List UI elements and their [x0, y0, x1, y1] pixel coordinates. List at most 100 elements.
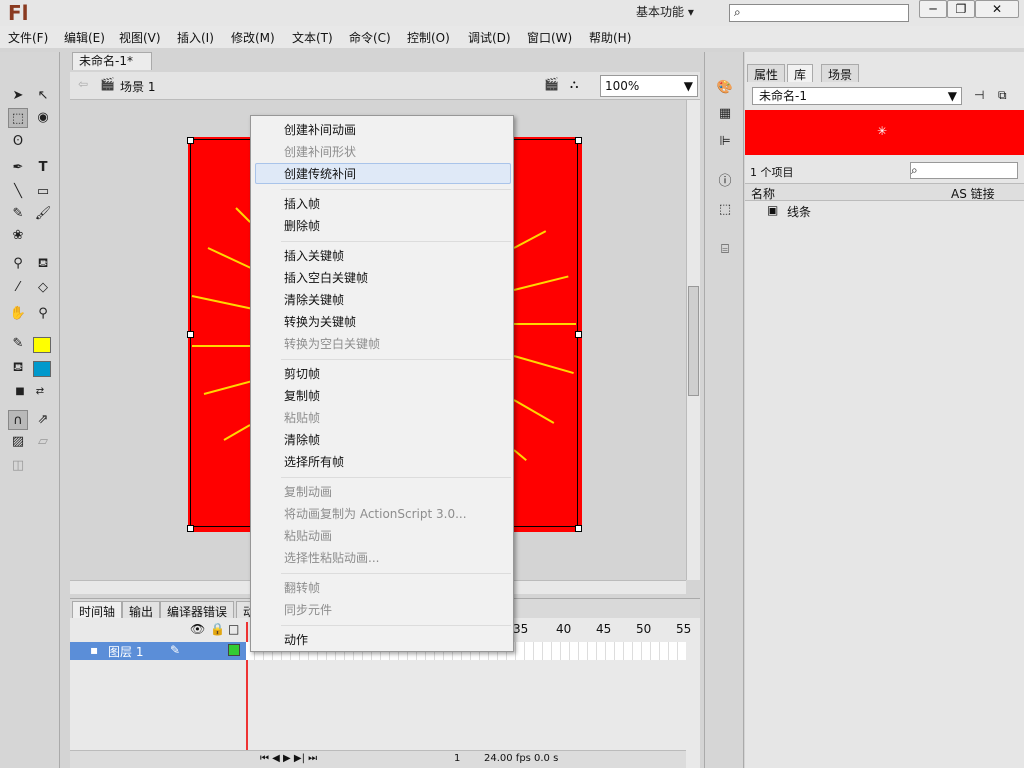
- menu-debug[interactable]: 调试(D): [468, 29, 511, 46]
- help-search-input[interactable]: ⌕: [729, 4, 909, 22]
- menu-item[interactable]: 动作: [284, 631, 308, 648]
- menu-item[interactable]: 插入帧: [284, 195, 320, 212]
- eyedropper-tool-icon[interactable]: ⁄: [8, 278, 28, 298]
- menu-commands[interactable]: 命令(C): [349, 29, 391, 46]
- swatches-panel-icon[interactable]: ▦: [715, 104, 735, 124]
- menu-help[interactable]: 帮助(H): [589, 29, 631, 46]
- menu-item[interactable]: 同步元件: [284, 601, 332, 618]
- stroke-color-swatch[interactable]: [33, 337, 51, 353]
- column-linkage[interactable]: AS 链接: [951, 185, 995, 202]
- library-search-input[interactable]: ⌕: [910, 162, 1018, 179]
- menu-text[interactable]: 文本(T): [292, 29, 333, 46]
- black-white-icon[interactable]: ■: [10, 382, 30, 402]
- color-panel-icon[interactable]: 🎨: [715, 78, 735, 98]
- zoom-tool-icon[interactable]: ⚲: [33, 304, 53, 324]
- menu-item[interactable]: 删除帧: [284, 217, 320, 234]
- menu-file[interactable]: 文件(F): [8, 29, 48, 46]
- library-item[interactable]: ▣ 线条: [745, 202, 1024, 220]
- text-tool-icon[interactable]: T: [33, 158, 53, 178]
- components-panel-icon[interactable]: ⌸: [715, 240, 735, 260]
- menu-item[interactable]: 清除关键帧: [284, 291, 344, 308]
- brush-tool-icon[interactable]: 🖌: [33, 204, 53, 224]
- column-name[interactable]: 名称: [751, 185, 775, 202]
- outline-icon[interactable]: □: [228, 622, 239, 636]
- straighten-icon[interactable]: ▨: [8, 432, 28, 452]
- tab-properties[interactable]: 属性: [747, 64, 786, 82]
- menu-item[interactable]: 选择所有帧: [284, 453, 344, 470]
- tab-library[interactable]: 库: [787, 64, 814, 82]
- menu-modify[interactable]: 修改(M): [231, 29, 275, 46]
- subselection-tool-icon[interactable]: ↖: [33, 86, 53, 106]
- menu-item[interactable]: 复制帧: [284, 387, 320, 404]
- menu-control[interactable]: 控制(O): [407, 29, 450, 46]
- lock-icon[interactable]: 🔒: [210, 622, 225, 636]
- eye-icon[interactable]: 👁: [190, 622, 205, 636]
- transform-handle[interactable]: [187, 137, 194, 144]
- playback-controls-icon[interactable]: ⏮ ◀ ▶ ▶| ⏭: [260, 753, 317, 764]
- menu-item[interactable]: 转换为关键帧: [284, 313, 356, 330]
- tab-compiler-errors[interactable]: 编译器错误: [160, 601, 235, 619]
- 3d-rotation-tool-icon[interactable]: ◉: [33, 108, 53, 128]
- menu-item[interactable]: 创建补间形状: [284, 143, 356, 160]
- menu-item[interactable]: 清除帧: [284, 431, 320, 448]
- tab-timeline[interactable]: 时间轴: [72, 601, 123, 619]
- snap-to-objects-icon[interactable]: ∩: [8, 410, 28, 430]
- menu-item[interactable]: 创建补间动画: [284, 121, 356, 138]
- rectangle-tool-icon[interactable]: ▭: [33, 182, 53, 202]
- menu-item-highlighted[interactable]: 创建传统补间: [284, 165, 356, 182]
- fill-color-swatch[interactable]: [33, 361, 51, 377]
- stage-vertical-scrollbar[interactable]: [686, 100, 700, 580]
- pen-tool-icon[interactable]: ✒: [8, 158, 28, 178]
- library-document-select[interactable]: 未命名-1 ▼: [752, 87, 962, 105]
- scrollbar-thumb[interactable]: [688, 286, 699, 396]
- paint-bucket-tool-icon[interactable]: ⛾: [33, 254, 53, 274]
- swap-colors-icon[interactable]: ⇄: [30, 382, 50, 402]
- tab-scene[interactable]: 场景: [821, 64, 860, 82]
- bone-tool-icon[interactable]: ⚲: [8, 254, 28, 274]
- frame-rate[interactable]: 24.00 fps: [484, 753, 531, 764]
- menu-item[interactable]: 复制动画: [284, 483, 332, 500]
- transform-handle[interactable]: [575, 331, 582, 338]
- menu-insert[interactable]: 插入(I): [177, 29, 214, 46]
- tab-output[interactable]: 输出: [122, 601, 161, 619]
- transform-handle[interactable]: [575, 525, 582, 532]
- selection-tool-icon[interactable]: ➤: [8, 86, 28, 106]
- deco-tool-icon[interactable]: ❀: [8, 226, 28, 246]
- menu-item[interactable]: 粘贴动画: [284, 527, 332, 544]
- back-arrow-icon[interactable]: ⇦: [78, 77, 88, 91]
- layer-row[interactable]: ▪ 图层 1 ✎: [70, 642, 246, 660]
- line-tool-icon[interactable]: ╲: [8, 182, 28, 202]
- smooth-icon[interactable]: ⇗: [33, 410, 53, 430]
- edit-scene-icon[interactable]: 🎬: [544, 77, 559, 91]
- scale-icon[interactable]: ◫: [8, 456, 28, 476]
- menu-item[interactable]: 选择性粘贴动画...: [284, 549, 379, 566]
- layer-name[interactable]: 图层 1: [108, 643, 143, 660]
- menu-item[interactable]: 翻转帧: [284, 579, 320, 596]
- layer-outline-color[interactable]: [228, 644, 240, 656]
- transform-handle[interactable]: [187, 525, 194, 532]
- edit-symbols-icon[interactable]: ⛬: [570, 77, 578, 92]
- free-transform-tool-icon[interactable]: ⬚: [8, 108, 28, 128]
- align-panel-icon[interactable]: ⊫: [715, 132, 735, 152]
- menu-window[interactable]: 窗口(W): [527, 29, 572, 46]
- restore-button[interactable]: ❐: [947, 0, 975, 18]
- document-tab[interactable]: 未命名-1* ×: [72, 52, 152, 84]
- info-panel-icon[interactable]: ⓘ: [715, 172, 735, 192]
- menu-item[interactable]: 将动画复制为 ActionScript 3.0...: [284, 505, 467, 522]
- new-library-icon[interactable]: ⧉: [998, 88, 1007, 103]
- minimize-button[interactable]: ─: [919, 0, 947, 18]
- transform-handle[interactable]: [575, 137, 582, 144]
- lasso-tool-icon[interactable]: ʘ: [8, 132, 28, 152]
- menu-edit[interactable]: 编辑(E): [64, 29, 105, 46]
- rotate-skew-icon[interactable]: ▱: [33, 432, 53, 452]
- workspace-switcher[interactable]: 基本功能 ▾: [636, 3, 716, 21]
- zoom-select[interactable]: 100% ▼: [600, 75, 698, 97]
- transform-panel-icon[interactable]: ⬚: [715, 200, 735, 220]
- menu-item[interactable]: 插入空白关键帧: [284, 269, 368, 286]
- pencil-tool-icon[interactable]: ✎: [8, 204, 28, 224]
- menu-item[interactable]: 插入关键帧: [284, 247, 344, 264]
- transform-handle[interactable]: [187, 331, 194, 338]
- close-button[interactable]: ✕: [975, 0, 1019, 18]
- hand-tool-icon[interactable]: ✋: [8, 304, 28, 324]
- menu-item[interactable]: 剪切帧: [284, 365, 320, 382]
